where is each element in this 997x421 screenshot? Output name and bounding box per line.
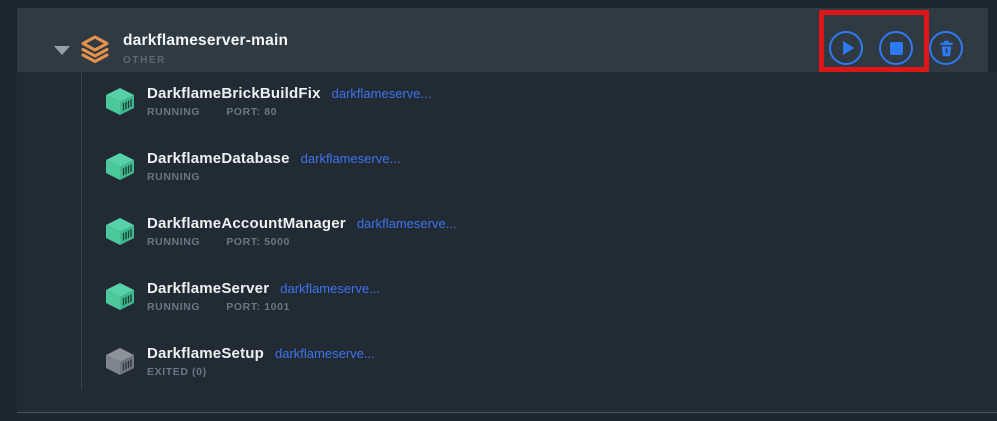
container-status: EXITED (0) — [147, 366, 207, 378]
container-icon — [105, 218, 135, 245]
container-row[interactable]: DarkflameServer darkflameserve... RUNNIN… — [105, 280, 380, 326]
container-row[interactable]: DarkflameDatabase darkflameserve... RUNN… — [105, 150, 400, 196]
container-name: DarkflameServer — [147, 280, 269, 297]
stop-icon — [890, 42, 903, 55]
group-type-label: OTHER — [123, 55, 288, 66]
stop-button[interactable] — [879, 31, 913, 65]
group-title: darkflameserver-main — [123, 32, 288, 50]
container-image-link[interactable]: darkflameserve... — [275, 346, 375, 361]
container-status: RUNNING — [147, 236, 200, 248]
container-image-link[interactable]: darkflameserve... — [332, 86, 432, 101]
container-icon — [105, 348, 135, 375]
container-row[interactable]: DarkflameAccountManager darkflameserve..… — [105, 215, 457, 261]
container-name: DarkflameBrickBuildFix — [147, 85, 321, 102]
container-name: DarkflameDatabase — [147, 150, 290, 167]
container-icon — [105, 153, 135, 180]
container-name: DarkflameSetup — [147, 345, 264, 362]
chevron-down-icon[interactable] — [54, 46, 70, 55]
tree-guide-line — [81, 72, 82, 390]
container-image-link[interactable]: darkflameserve... — [280, 281, 380, 296]
container-port: PORT: 5000 — [226, 236, 290, 248]
container-status: RUNNING — [147, 106, 200, 118]
container-row[interactable]: DarkflameSetup darkflameserve... EXITED … — [105, 345, 375, 391]
container-image-link[interactable]: darkflameserve... — [301, 151, 401, 166]
container-name: DarkflameAccountManager — [147, 215, 346, 232]
start-button[interactable] — [829, 31, 863, 65]
container-port: PORT: 1001 — [226, 301, 290, 313]
group-header[interactable]: darkflameserver-main OTHER — [17, 8, 988, 72]
play-icon — [843, 41, 854, 55]
trash-icon — [937, 39, 956, 58]
container-row[interactable]: DarkflameBrickBuildFix darkflameserve...… — [105, 85, 431, 131]
group-actions — [829, 31, 963, 65]
stack-layers-icon — [79, 33, 111, 65]
container-status: RUNNING — [147, 171, 200, 183]
container-icon — [105, 88, 135, 115]
delete-button[interactable] — [929, 31, 963, 65]
container-status: RUNNING — [147, 301, 200, 313]
container-list-panel: DarkflameBrickBuildFix darkflameserve...… — [17, 72, 997, 413]
container-image-link[interactable]: darkflameserve... — [357, 216, 457, 231]
container-port: PORT: 80 — [226, 106, 277, 118]
container-icon — [105, 283, 135, 310]
